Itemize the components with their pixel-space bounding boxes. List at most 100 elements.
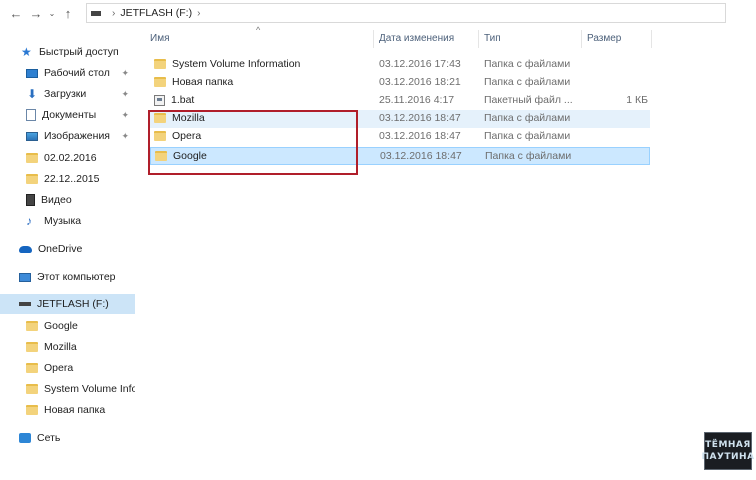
file-type: Папка с файлами [484, 76, 571, 88]
address-bar: ← → ⌄ ↑ › JETFLASH (F:) › [0, 0, 756, 26]
nav-pictures[interactable]: Изображения ✦ [0, 126, 135, 146]
nav-label: System Volume Information [44, 383, 135, 395]
nav-documents[interactable]: Документы ✦ [0, 105, 135, 125]
forward-button[interactable]: → [26, 2, 46, 24]
nav-label: Opera [44, 362, 74, 374]
nav-video[interactable]: Видео [0, 190, 135, 210]
drive-icon [19, 302, 31, 306]
star-icon: ★ [21, 45, 32, 59]
column-divider[interactable] [581, 30, 582, 48]
file-date: 03.12.2016 18:47 [379, 130, 461, 142]
nav-label: Этот компьютер [37, 271, 116, 283]
nav-network[interactable]: Сеть [0, 428, 135, 448]
file-date: 03.12.2016 17:43 [379, 58, 461, 70]
nav-quick-access[interactable]: ★ Быстрый доступ [0, 42, 135, 62]
bat-file-icon [154, 94, 165, 106]
column-header-name[interactable]: Имя [150, 33, 169, 44]
folder-icon [154, 59, 166, 69]
sort-ascending-icon: ^ [256, 25, 261, 35]
nav-jetflash-drive[interactable]: JETFLASH (F:) [0, 294, 135, 314]
file-type: Пакетный файл ... [484, 94, 573, 106]
nav-label: Быстрый доступ [39, 46, 119, 58]
documents-icon [26, 109, 36, 121]
up-button[interactable]: ↑ [58, 2, 78, 24]
nav-label: Музыка [44, 215, 82, 227]
back-button[interactable]: ← [6, 2, 26, 24]
nav-music[interactable]: ♪ Музыка [0, 211, 135, 231]
pin-icon[interactable]: ✦ [121, 110, 129, 121]
nav-label: Новая папка [44, 404, 106, 416]
pin-icon[interactable]: ✦ [121, 68, 129, 79]
column-divider[interactable] [651, 30, 652, 48]
nav-label: Google [44, 320, 78, 332]
pin-icon[interactable]: ✦ [121, 89, 129, 100]
chevron-right-icon[interactable]: › [197, 8, 200, 19]
nav-label: Документы [42, 109, 97, 121]
annotation-highlight-box [148, 110, 358, 175]
file-type: Папка с файлами [484, 58, 571, 70]
onedrive-icon [19, 245, 32, 253]
nav-label: Mozilla [44, 341, 77, 353]
folder-icon [26, 321, 38, 331]
column-header-type[interactable]: Тип [484, 33, 501, 44]
watermark-logo: ТЁМНАЯ ПАУТИНА [701, 432, 755, 470]
breadcrumb-jetflash[interactable]: JETFLASH (F:) [120, 7, 192, 19]
pin-icon[interactable]: ✦ [121, 131, 129, 142]
file-size: 1 КБ [626, 94, 648, 106]
chevron-right-icon[interactable]: › [112, 8, 115, 19]
folder-icon [26, 342, 38, 352]
file-name: System Volume Information [154, 58, 300, 70]
navigation-pane: ★ Быстрый доступ Рабочий стол ✦ ⬇ Загруз… [0, 36, 135, 480]
file-name-text: Новая папка [172, 76, 234, 88]
folder-icon [26, 384, 38, 394]
column-header-size[interactable]: Размер [587, 33, 621, 44]
music-icon: ♪ [26, 214, 32, 228]
file-row[interactable]: System Volume Information 03.12.2016 17:… [150, 56, 650, 74]
watermark-line: ТЁМНАЯ [705, 440, 751, 450]
recent-locations-button[interactable]: ⌄ [46, 2, 58, 24]
file-row[interactable]: 1.bat 25.11.2016 4:17 Пакетный файл ... … [150, 92, 650, 110]
file-date: 25.11.2016 4:17 [379, 94, 455, 106]
nav-label: Изображения [44, 130, 110, 142]
nav-folder-22-12-2015[interactable]: 22.12..2015 [0, 169, 135, 189]
nav-folder-google[interactable]: Google [0, 316, 135, 336]
address-field[interactable]: › JETFLASH (F:) › [86, 3, 726, 23]
nav-label: JETFLASH (F:) [37, 298, 109, 310]
network-icon [19, 433, 31, 443]
nav-label: Видео [41, 194, 72, 206]
nav-label: OneDrive [38, 243, 83, 255]
file-date: 03.12.2016 18:21 [379, 76, 461, 88]
file-date: 03.12.2016 18:47 [379, 112, 461, 124]
file-type: Папка с файлами [484, 112, 571, 124]
nav-onedrive[interactable]: OneDrive [0, 239, 135, 259]
desktop-icon [26, 68, 38, 78]
column-divider[interactable] [478, 30, 479, 48]
file-name: Новая папка [154, 76, 233, 88]
file-name: 1.bat [154, 94, 194, 106]
nav-folder-mozilla[interactable]: Mozilla [0, 337, 135, 357]
nav-label: Рабочий стол [44, 67, 110, 79]
nav-label: 02.02.2016 [44, 152, 97, 164]
downloads-icon: ⬇ [26, 87, 38, 101]
nav-desktop[interactable]: Рабочий стол ✦ [0, 63, 135, 83]
nav-folder-new[interactable]: Новая папка [0, 400, 135, 420]
nav-folder-02-02-2016[interactable]: 02.02.2016 [0, 148, 135, 168]
video-icon [26, 194, 35, 206]
folder-icon [26, 405, 38, 415]
file-row[interactable]: Новая папка 03.12.2016 18:21 Папка с фай… [150, 74, 650, 92]
watermark-line: ПАУТИНА [701, 452, 755, 462]
nav-folder-system-volume[interactable]: System Volume Information [0, 379, 135, 399]
nav-folder-opera[interactable]: Opera [0, 358, 135, 378]
nav-label: Сеть [37, 432, 61, 444]
file-type: Папка с файлами [484, 130, 571, 142]
column-header-date[interactable]: Дата изменения [379, 33, 454, 44]
nav-downloads[interactable]: ⬇ Загрузки ✦ [0, 84, 135, 104]
column-divider[interactable] [373, 30, 374, 48]
folder-icon [26, 174, 38, 184]
nav-this-pc[interactable]: Этот компьютер [0, 267, 135, 287]
file-date: 03.12.2016 18:47 [380, 150, 462, 162]
nav-label: Загрузки [44, 88, 87, 100]
drive-icon [91, 10, 101, 16]
folder-icon [26, 363, 38, 373]
folder-icon [154, 77, 166, 87]
